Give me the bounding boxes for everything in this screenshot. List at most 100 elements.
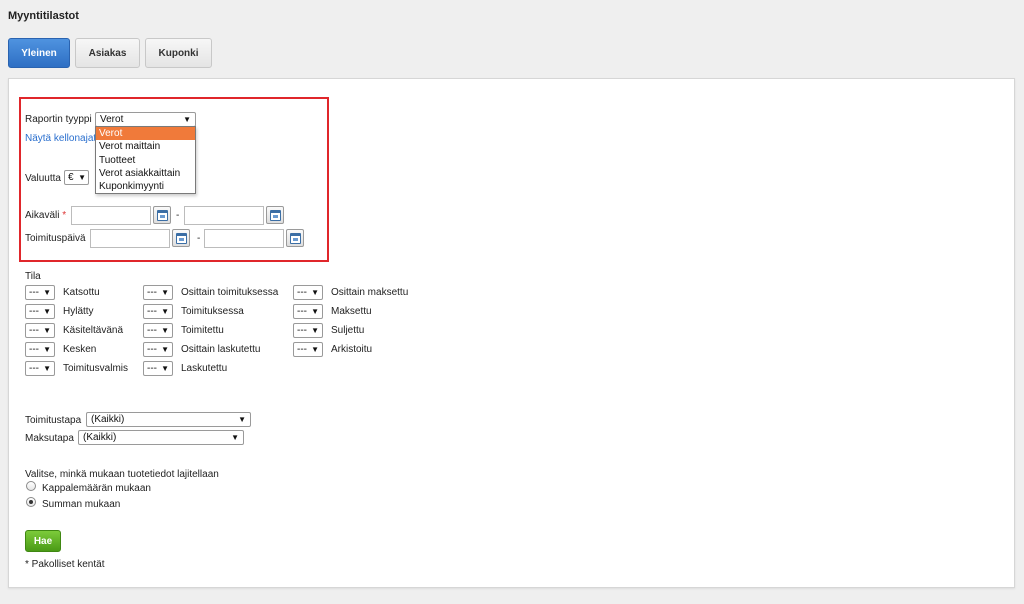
status-option-label: Käsiteltävänä	[63, 325, 124, 336]
status-select[interactable]: --- ▼	[293, 342, 323, 357]
chevron-down-icon: ▼	[311, 345, 319, 354]
status-select[interactable]: --- ▼	[143, 323, 173, 338]
currency-select[interactable]: € ▼	[64, 170, 89, 185]
report-type-select[interactable]: Verot ▼	[95, 112, 196, 127]
payment-method-select[interactable]: (Kaikki) ▼	[78, 430, 244, 445]
status-select[interactable]: --- ▼	[293, 323, 323, 338]
status-select-value: ---	[297, 306, 307, 317]
tab-bar: Yleinen Asiakas Kuponki	[8, 38, 212, 68]
sort-by-sum-radio[interactable]	[26, 497, 36, 507]
status-select-value: ---	[147, 344, 157, 355]
search-button[interactable]: Hae	[25, 530, 61, 552]
status-select-value: ---	[29, 287, 39, 298]
delivery-date-separator: -	[197, 233, 201, 244]
status-select-value: ---	[29, 306, 39, 317]
currency-value: €	[68, 172, 74, 183]
status-select[interactable]: --- ▼	[293, 285, 323, 300]
status-select[interactable]: --- ▼	[25, 323, 55, 338]
chevron-down-icon: ▼	[161, 364, 169, 373]
period-label: Aikaväli *	[25, 210, 66, 221]
currency-label: Valuutta	[25, 173, 61, 184]
page-title: Myyntitilastot	[8, 10, 79, 22]
delivery-date-start-calendar-button[interactable]	[172, 229, 190, 247]
chevron-down-icon: ▼	[311, 307, 319, 316]
chevron-down-icon: ▼	[43, 307, 51, 316]
sort-by-sum-label: Summan mukaan	[42, 499, 121, 510]
status-select-value: ---	[147, 306, 157, 317]
delivery-date-end-calendar-button[interactable]	[286, 229, 304, 247]
chevron-down-icon: ▼	[43, 326, 51, 335]
report-option-verot-maittain[interactable]: Verot maittain	[96, 140, 195, 153]
status-select[interactable]: --- ▼	[25, 285, 55, 300]
status-select-value: ---	[297, 325, 307, 336]
status-select-value: ---	[29, 344, 39, 355]
status-option-label: Toimitettu	[181, 325, 224, 336]
required-mark: *	[62, 210, 67, 221]
payment-method-value: (Kaikki)	[83, 432, 117, 443]
required-fields-note: * Pakolliset kentät	[25, 559, 105, 570]
status-option-label: Katsottu	[63, 287, 100, 298]
status-select[interactable]: --- ▼	[143, 361, 173, 376]
status-option-label: Maksettu	[331, 306, 372, 317]
show-hours-link[interactable]: Näytä kellonajat	[25, 133, 96, 144]
sort-by-quantity-radio[interactable]	[26, 481, 36, 491]
period-end-input[interactable]	[184, 206, 264, 225]
status-select[interactable]: --- ▼	[293, 304, 323, 319]
form-panel: Raportin tyyppi Verot ▼ Verot Verot mait…	[8, 78, 1015, 588]
status-heading: Tila	[25, 271, 41, 282]
report-option-tuotteet[interactable]: Tuotteet	[96, 154, 195, 167]
chevron-down-icon: ▼	[231, 433, 239, 442]
period-end-calendar-button[interactable]	[266, 206, 284, 224]
chevron-down-icon: ▼	[183, 115, 191, 124]
status-select[interactable]: --- ▼	[143, 342, 173, 357]
delivery-date-start-input[interactable]	[90, 229, 170, 248]
status-option-label: Arkistoitu	[331, 344, 373, 355]
chevron-down-icon: ▼	[161, 288, 169, 297]
delivery-method-value: (Kaikki)	[91, 414, 125, 425]
report-option-kuponkimyynti[interactable]: Kuponkimyynti	[96, 180, 195, 193]
status-select[interactable]: --- ▼	[25, 342, 55, 357]
period-start-input[interactable]	[71, 206, 151, 225]
chevron-down-icon: ▼	[43, 345, 51, 354]
report-type-label: Raportin tyyppi	[25, 114, 92, 125]
status-select-value: ---	[147, 287, 157, 298]
chevron-down-icon: ▼	[78, 173, 86, 182]
report-option-verot[interactable]: Verot	[96, 127, 195, 141]
status-option-label: Toimitusvalmis	[63, 363, 129, 374]
status-select-value: ---	[297, 344, 307, 355]
status-option-label: Osittain toimituksessa	[181, 287, 279, 298]
chevron-down-icon: ▼	[311, 288, 319, 297]
calendar-icon	[269, 209, 281, 221]
chevron-down-icon: ▼	[161, 345, 169, 354]
sort-heading: Valitse, minkä mukaan tuotetiedot lajite…	[25, 469, 219, 480]
period-separator: -	[176, 210, 180, 221]
period-start-calendar-button[interactable]	[153, 206, 171, 224]
status-select[interactable]: --- ▼	[25, 304, 55, 319]
delivery-date-end-input[interactable]	[204, 229, 284, 248]
status-option-label: Osittain laskutettu	[181, 344, 261, 355]
tab-asiakas[interactable]: Asiakas	[75, 38, 140, 68]
status-select-value: ---	[147, 363, 157, 374]
calendar-icon	[175, 232, 187, 244]
status-option-label: Toimituksessa	[181, 306, 244, 317]
tab-kuponki[interactable]: Kuponki	[145, 38, 212, 68]
report-type-dropdown: Verot Verot maittain Tuotteet Verot asia…	[95, 126, 196, 195]
report-type-value: Verot	[100, 114, 124, 125]
chevron-down-icon: ▼	[161, 307, 169, 316]
status-select-value: ---	[29, 363, 39, 374]
sort-by-quantity-label: Kappalemäärän mukaan	[42, 483, 151, 494]
tab-yleinen[interactable]: Yleinen	[8, 38, 70, 68]
status-option-label: Laskutettu	[181, 363, 228, 374]
report-option-verot-asiakkaittain[interactable]: Verot asiakkaittain	[96, 167, 195, 180]
status-select-value: ---	[29, 325, 39, 336]
chevron-down-icon: ▼	[43, 364, 51, 373]
status-option-label: Hylätty	[63, 306, 94, 317]
chevron-down-icon: ▼	[311, 326, 319, 335]
status-select[interactable]: --- ▼	[143, 285, 173, 300]
status-select[interactable]: --- ▼	[143, 304, 173, 319]
delivery-date-label: Toimituspäivä	[25, 233, 86, 244]
delivery-method-select[interactable]: (Kaikki) ▼	[86, 412, 251, 427]
status-select[interactable]: --- ▼	[25, 361, 55, 376]
period-label-text: Aikaväli	[25, 210, 60, 221]
delivery-method-label: Toimitustapa	[25, 415, 82, 426]
